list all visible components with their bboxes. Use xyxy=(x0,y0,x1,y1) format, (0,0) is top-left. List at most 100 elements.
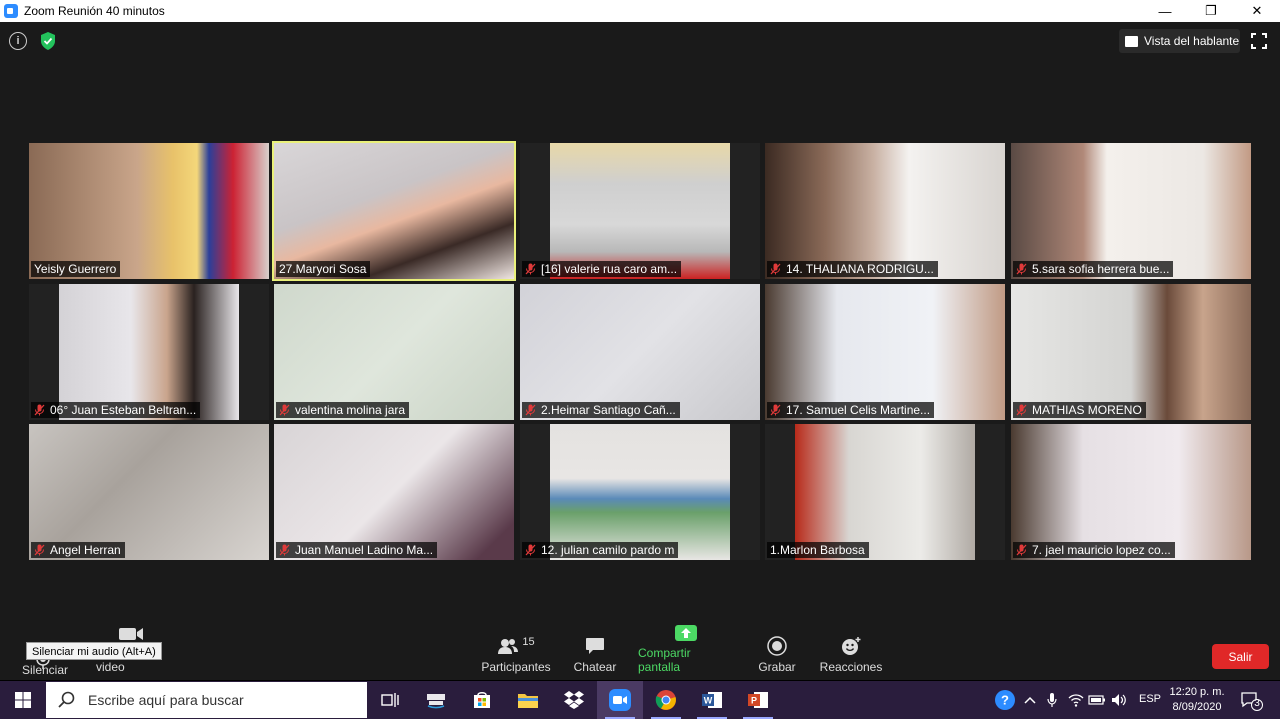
share-screen-button[interactable]: Compartir pantalla xyxy=(638,625,734,680)
participant-name: Yeisly Guerrero xyxy=(34,262,117,276)
powerpoint-icon[interactable]: P xyxy=(735,681,781,719)
participant-name-label: [16] valerie rua caro am... xyxy=(522,261,682,277)
meeting-controls: Detener video 15 Participantes Chatear C… xyxy=(0,625,1280,680)
participant-video-tile[interactable]: 06° Juan Esteban Beltran... xyxy=(29,284,269,420)
notifications-icon[interactable]: 3 xyxy=(1240,690,1264,712)
muted-mic-icon xyxy=(525,263,536,275)
participant-video-feed xyxy=(1011,284,1251,420)
participant-video-tile[interactable]: 12. julian camilo pardo m xyxy=(520,424,760,560)
participant-video-tile[interactable]: Yeisly Guerrero xyxy=(29,143,269,279)
participant-video-feed xyxy=(274,284,514,420)
record-button[interactable]: Grabar xyxy=(756,636,798,680)
participant-video-tile[interactable]: 2.Heimar Santiago Cañ... xyxy=(520,284,760,420)
battery-icon[interactable] xyxy=(1088,691,1106,709)
muted-mic-icon xyxy=(770,404,781,416)
prime-video-icon[interactable] xyxy=(413,681,459,719)
participant-video-tile[interactable]: Juan Manuel Ladino Ma... xyxy=(274,424,514,560)
svg-text:P: P xyxy=(751,696,757,706)
close-button[interactable]: ✕ xyxy=(1234,0,1280,22)
file-explorer-icon[interactable] xyxy=(505,681,551,719)
participant-name: 17. Samuel Celis Martine... xyxy=(786,403,931,417)
participant-video-tile[interactable]: [16] valerie rua caro am... xyxy=(520,143,760,279)
clock[interactable]: 12:20 p. m. 8/09/2020 xyxy=(1166,685,1228,715)
participant-video-tile[interactable]: MATHIAS MORENO xyxy=(1011,284,1251,420)
participant-video-tile[interactable]: valentina molina jara xyxy=(274,284,514,420)
participant-name-label: 7. jael mauricio lopez co... xyxy=(1013,542,1175,558)
participant-name-label: 12. julian camilo pardo m xyxy=(522,542,679,558)
fullscreen-icon[interactable] xyxy=(1251,33,1267,49)
muted-mic-icon xyxy=(1016,404,1027,416)
notification-count: 3 xyxy=(1254,698,1260,709)
participant-name-label: 1.Marlon Barbosa xyxy=(767,542,869,558)
speaker-view-label: Vista del hablante xyxy=(1144,34,1240,48)
windows-taskbar: Escribe aquí para buscar W P ? ESP 12:20… xyxy=(0,681,1280,719)
input-language[interactable]: ESP xyxy=(1139,693,1161,705)
participant-name: 27.Maryori Sosa xyxy=(279,262,367,276)
shield-icon[interactable] xyxy=(39,31,57,51)
wifi-icon[interactable] xyxy=(1067,691,1085,709)
window-controls: — ❐ ✕ xyxy=(1142,0,1280,22)
start-button[interactable] xyxy=(0,681,45,719)
participant-name: 06° Juan Esteban Beltran... xyxy=(50,403,197,417)
participant-name: Angel Herran xyxy=(50,543,121,557)
participant-video-tile[interactable]: 5.sara sofia herrera bue... xyxy=(1011,143,1251,279)
participant-video-tile[interactable]: 1.Marlon Barbosa xyxy=(765,424,1005,560)
participant-video-feed xyxy=(765,143,1005,279)
participant-video-tile[interactable]: Angel Herran xyxy=(29,424,269,560)
taskbar-search[interactable]: Escribe aquí para buscar xyxy=(46,682,367,718)
participant-name: 5.sara sofia herrera bue... xyxy=(1032,262,1170,276)
muted-mic-icon xyxy=(34,404,45,416)
clock-time: 12:20 p. m. xyxy=(1169,686,1225,698)
participant-video-feed xyxy=(795,424,975,560)
volume-icon[interactable] xyxy=(1110,691,1128,709)
window-title: Zoom Reunión 40 minutos xyxy=(24,4,165,18)
record-label: Grabar xyxy=(758,660,796,674)
participant-name-label: valentina molina jara xyxy=(276,402,410,418)
help-icon[interactable]: ? xyxy=(994,689,1016,711)
zoom-icon[interactable] xyxy=(597,681,643,719)
muted-mic-icon xyxy=(34,544,45,556)
chat-bubble-icon xyxy=(585,636,605,656)
leave-button[interactable]: Salir xyxy=(1212,644,1269,669)
participant-video-feed xyxy=(29,143,269,279)
svg-text:?: ? xyxy=(1001,693,1009,708)
participant-video-feed xyxy=(765,284,1005,420)
participants-label: Participantes xyxy=(481,660,551,674)
participant-name: [16] valerie rua caro am... xyxy=(541,262,678,276)
reactions-button[interactable]: Reacciones xyxy=(820,636,882,680)
participant-video-tile[interactable]: 17. Samuel Celis Martine... xyxy=(765,284,1005,420)
participant-video-tile[interactable]: 7. jael mauricio lopez co... xyxy=(1011,424,1251,560)
restore-button[interactable]: ❐ xyxy=(1188,0,1234,22)
info-icon[interactable]: i xyxy=(9,32,27,50)
participants-count: 15 xyxy=(522,636,535,648)
participant-video-feed xyxy=(520,284,760,420)
participant-name-label: Yeisly Guerrero xyxy=(31,261,121,277)
participant-name-label: 17. Samuel Celis Martine... xyxy=(767,402,935,418)
microphone-tray-icon[interactable] xyxy=(1043,691,1061,709)
chrome-icon[interactable] xyxy=(643,681,689,719)
minimize-button[interactable]: — xyxy=(1142,0,1188,22)
window-titlebar: Zoom Reunión 40 minutos — ❐ ✕ xyxy=(0,0,1280,22)
reactions-smiley-icon xyxy=(841,636,861,656)
task-view-icon[interactable] xyxy=(367,681,413,719)
chevron-up-icon[interactable] xyxy=(1021,691,1039,709)
word-icon[interactable]: W xyxy=(689,681,735,719)
chat-button[interactable]: Chatear xyxy=(573,636,617,680)
speaker-view-button[interactable]: Vista del hablante xyxy=(1119,29,1240,53)
participants-icon: 15 xyxy=(497,636,535,656)
participant-video-feed xyxy=(1011,424,1251,560)
store-icon[interactable] xyxy=(459,681,505,719)
participant-name: 7. jael mauricio lopez co... xyxy=(1032,543,1171,557)
participant-video-tile[interactable]: 14. THALIANA RODRIGU... xyxy=(765,143,1005,279)
participant-name: 1.Marlon Barbosa xyxy=(770,543,865,557)
zoom-app-icon xyxy=(4,4,18,18)
participant-name: MATHIAS MORENO xyxy=(1032,403,1142,417)
search-icon xyxy=(58,691,75,708)
dropbox-icon[interactable] xyxy=(551,681,597,719)
participant-video-feed xyxy=(59,284,239,420)
participants-button[interactable]: 15 Participantes xyxy=(481,636,551,680)
share-screen-label: Compartir pantalla xyxy=(638,646,691,674)
participant-video-tile[interactable]: 27.Maryori Sosa xyxy=(272,141,516,281)
participant-name-label: Angel Herran xyxy=(31,542,125,558)
participant-video-feed xyxy=(550,143,730,279)
